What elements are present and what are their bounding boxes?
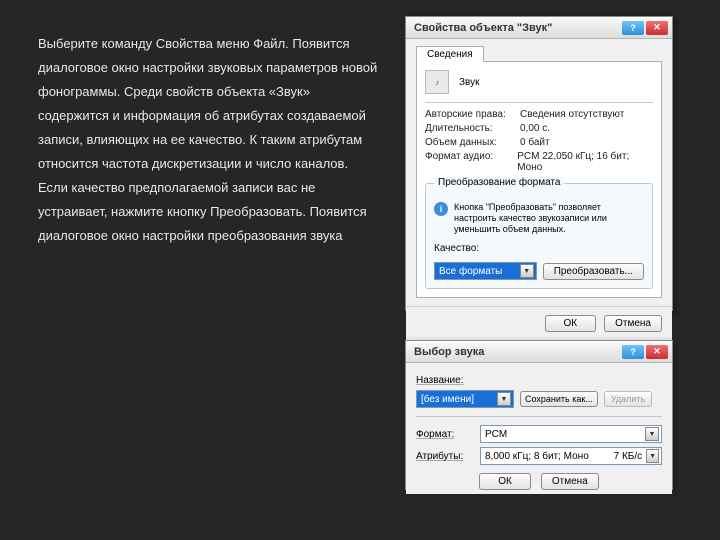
dialog1-titlebar[interactable]: Свойства объекта "Звук" ? ✕ [406,17,672,39]
chevron-down-icon: ▼ [520,264,534,278]
size-label: Объем данных: [425,137,520,148]
format-value2: PCM [485,429,507,440]
ok-button[interactable]: ОК [545,315,597,332]
delete-button: Удалить [604,391,652,407]
attr-label: Атрибуты: [416,451,474,462]
conversion-groupbox: Преобразование формата i Кнопка "Преобра… [425,183,653,289]
format-value: PCM 22,050 кГц; 16 бит; Моно [517,151,653,173]
help-icon[interactable]: ? [622,345,644,359]
chevron-down-icon: ▼ [497,392,511,406]
dialog1-footer: ОК Отмена [406,306,672,340]
size-value: 0 байт [520,137,550,148]
close-icon[interactable]: ✕ [646,345,668,359]
sound-properties-dialog: Свойства объекта "Звук" ? ✕ Сведения ♪ З… [405,16,673,311]
info-text: Кнопка "Преобразовать" позволяет настрои… [454,202,644,235]
file-label: Звук [459,77,480,88]
attr-rate: 7 КБ/с [614,451,643,462]
name-select[interactable]: [без имени] ▼ [416,390,514,408]
convert-button[interactable]: Преобразовать... [543,263,644,280]
sound-file-icon: ♪ [425,70,449,94]
dialog2-body: Название: [без имени] ▼ Сохранить как...… [406,363,672,494]
duration-label: Длительность: [425,123,520,134]
dialog1-body: Сведения ♪ Звук Авторские права:Сведения… [406,39,672,306]
quality-value: Все форматы [439,266,502,277]
close-icon[interactable]: ✕ [646,21,668,35]
attr-select[interactable]: 8,000 кГц; 8 бит; Моно 7 КБ/с ▼ [480,447,662,465]
tab-page: ♪ Звук Авторские права:Сведения отсутств… [416,61,662,298]
cancel-button[interactable]: Отмена [604,315,662,332]
dialog1-title: Свойства объекта "Звук" [414,22,552,34]
attr-value: 8,000 кГц; 8 бит; Моно [485,451,589,462]
sound-select-dialog: Выбор звука ? ✕ Название: [без имени] ▼ … [405,340,673,490]
cancel-button[interactable]: Отмена [541,473,599,490]
copyright-value: Сведения отсутствуют [520,109,624,120]
format-select[interactable]: PCM ▼ [480,425,662,443]
format-label2: Формат: [416,429,474,440]
duration-value: 0,00 с. [520,123,550,134]
name-label: Название: [416,375,474,386]
copyright-label: Авторские права: [425,109,520,120]
chevron-down-icon: ▼ [646,449,659,463]
quality-select[interactable]: Все форматы ▼ [434,262,537,280]
chevron-down-icon: ▼ [645,427,659,441]
tab-info[interactable]: Сведения [416,46,484,62]
group-title: Преобразование формата [434,177,564,188]
format-label: Формат аудио: [425,151,517,173]
instruction-text: Выберите команду Свойства меню Файл. Поя… [38,32,378,248]
help-icon[interactable]: ? [622,21,644,35]
dialog2-title: Выбор звука [414,346,484,358]
dialog2-titlebar[interactable]: Выбор звука ? ✕ [406,341,672,363]
name-value: [без имени] [421,394,474,405]
ok-button[interactable]: ОК [479,473,531,490]
quality-label: Качество: [434,243,479,254]
save-as-button[interactable]: Сохранить как... [520,391,598,407]
info-icon: i [434,202,448,216]
